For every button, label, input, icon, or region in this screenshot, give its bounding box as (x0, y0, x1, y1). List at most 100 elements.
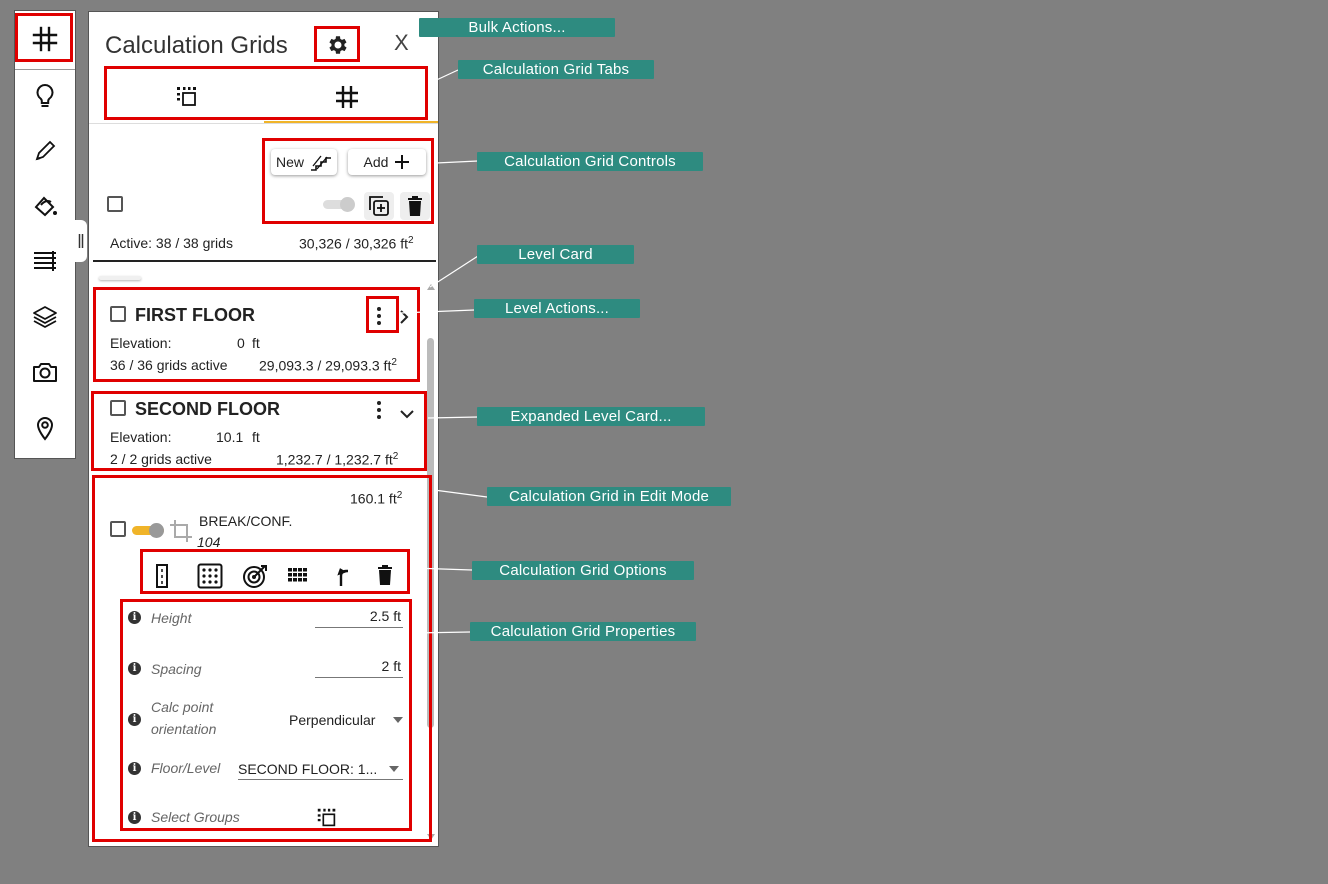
layers-icon (33, 306, 57, 328)
grid-name: BREAK/CONF. (199, 513, 293, 529)
rotate-option-button[interactable] (333, 563, 353, 589)
dot-grid-icon (197, 563, 223, 589)
level-area: 1,232.7 / 1,232.7 ft2 (276, 451, 399, 468)
drag-handle-icon (78, 234, 84, 248)
callout-bulk-actions: Bulk Actions... (419, 18, 615, 37)
level-name: SECOND FLOOR (135, 399, 281, 419)
pencil-icon (35, 140, 56, 161)
target-option-button[interactable] (242, 563, 268, 589)
grid-checkbox[interactable] (110, 521, 126, 537)
floor-level-select[interactable]: SECOND FLOOR: 1... (238, 758, 403, 780)
callout-expanded-level-card: Expanded Level Card... (477, 407, 705, 426)
plus-icon (395, 155, 410, 169)
target-icon (243, 565, 267, 588)
info-icon[interactable]: i (128, 713, 141, 726)
more-vertical-icon (377, 307, 381, 325)
paint-bucket-icon (34, 196, 57, 217)
hash-icon (336, 86, 358, 108)
spacing-input[interactable]: 2 ft (315, 658, 403, 678)
callout-grid-options: Calculation Grid Options (472, 561, 694, 580)
floor-level-value: SECOND FLOOR: 1... (238, 760, 378, 777)
select-all-checkbox[interactable] (107, 196, 123, 212)
grid-display-option-button[interactable] (287, 565, 313, 587)
stairs-icon (311, 155, 331, 171)
paint-tool-button[interactable] (15, 181, 75, 231)
orientation-label: orientation (151, 721, 217, 737)
spacing-label: Spacing (151, 661, 202, 677)
crop-icon[interactable] (169, 519, 193, 548)
level-name: FIRST FLOOR (135, 305, 255, 325)
schedule-tool-button[interactable] (15, 236, 75, 286)
info-icon[interactable]: i (128, 762, 141, 775)
panel-title: Calculation Grids (105, 32, 288, 59)
level-checkbox[interactable] (110, 306, 126, 322)
elevation-value: 0 (237, 335, 245, 351)
expand-level-button[interactable] (399, 309, 409, 330)
select-groups-button[interactable] (315, 806, 339, 835)
callout-level-actions: Level Actions... (474, 299, 640, 318)
panel-collapse-handle[interactable] (75, 220, 87, 262)
orientation-select[interactable]: Perpendicular (289, 709, 403, 731)
bulk-actions-button[interactable] (326, 33, 350, 57)
level-checkbox[interactable] (110, 400, 126, 416)
info-icon[interactable]: i (128, 611, 141, 624)
add-grid-label: Add (363, 154, 389, 170)
camera-tool-button[interactable] (15, 347, 75, 397)
active-grids-summary: Active: 38 / 38 grids (110, 235, 233, 251)
collapse-level-button[interactable] (399, 406, 415, 424)
chevron-down-icon (400, 410, 414, 419)
select-region-icon (177, 87, 196, 106)
new-grid-button[interactable]: New (271, 149, 337, 175)
scroll-hint (99, 276, 141, 280)
level-actions-button[interactable] (371, 398, 387, 422)
callout-level-card: Level Card (477, 245, 634, 264)
delete-grids-button[interactable] (400, 192, 430, 220)
caret-down-icon (393, 717, 403, 723)
grid-cells-icon (288, 568, 307, 582)
height-label: Height (151, 610, 192, 626)
more-vertical-icon (377, 401, 381, 419)
tab-selection[interactable] (107, 72, 267, 122)
tab-divider (89, 123, 438, 124)
level-area: 29,093.3 / 29,093.3 ft2 (259, 357, 397, 374)
panel-scrollbar[interactable] (426, 284, 436, 842)
rotate-arrow-icon (337, 568, 348, 586)
height-option-button[interactable] (151, 563, 173, 589)
camera-icon (33, 363, 57, 382)
level-actions-button[interactable] (371, 304, 387, 328)
grids-active: 36 / 36 grids active (110, 357, 228, 373)
elevation-unit: ft (252, 429, 260, 445)
layers-tool-button[interactable] (15, 291, 75, 341)
new-grid-label: New (275, 154, 304, 170)
orientation-label: Calc point (151, 699, 214, 715)
grid-tool-button[interactable] (15, 14, 75, 64)
elevation-label: Elevation: (110, 429, 172, 445)
floor-level-label: Floor/Level (151, 760, 221, 776)
lighting-tool-button[interactable] (15, 71, 75, 121)
info-icon[interactable]: i (128, 811, 141, 824)
tab-grids[interactable] (267, 72, 427, 122)
delete-grid-button[interactable] (377, 565, 395, 587)
add-grid-button[interactable]: Add (348, 149, 426, 175)
height-input[interactable]: 2.5 ft (315, 608, 403, 628)
duplicate-grid-button[interactable] (364, 192, 394, 220)
callout-grid-edit-mode: Calculation Grid in Edit Mode (487, 487, 731, 506)
close-button[interactable]: X (394, 30, 409, 56)
location-tool-button[interactable] (15, 403, 75, 453)
grid-number: 104 (197, 534, 221, 550)
select-region-icon (317, 808, 336, 827)
select-groups-label: Select Groups (151, 809, 240, 825)
grid-active-toggle[interactable] (132, 522, 166, 538)
info-icon[interactable]: i (128, 662, 141, 675)
duplicate-icon (369, 196, 389, 216)
points-option-button[interactable] (197, 563, 223, 589)
elevation-unit: ft (252, 335, 260, 351)
all-grids-toggle[interactable] (323, 197, 355, 212)
callout-grid-tabs: Calculation Grid Tabs (458, 60, 654, 79)
chevron-right-icon (400, 310, 409, 324)
list-lines-icon (34, 251, 56, 271)
map-pin-icon (36, 417, 54, 441)
left-toolbar (14, 10, 76, 459)
grids-active: 2 / 2 grids active (110, 451, 212, 467)
draw-tool-button[interactable] (15, 126, 75, 176)
